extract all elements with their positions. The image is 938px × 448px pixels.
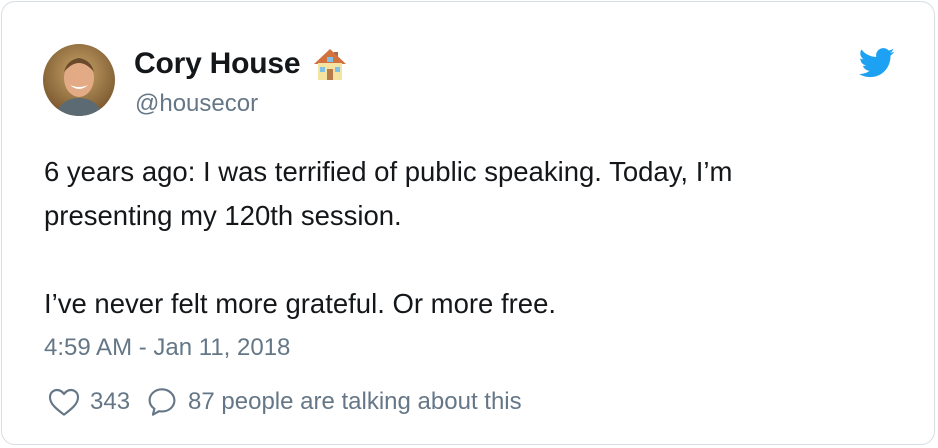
tweet-text: 6 years ago: I was terrified of public s…	[44, 150, 904, 326]
tweet-actions: 343 87 people are talking about this	[48, 386, 522, 418]
avatar[interactable]	[43, 44, 115, 116]
twitter-bird-icon[interactable]	[858, 48, 895, 78]
conversation-text: 87 people are talking about this	[188, 388, 522, 415]
like-button[interactable]: 343	[48, 387, 130, 417]
like-count: 343	[90, 388, 131, 415]
tweet-card[interactable]: Cory House @housecor 6 years ago: I was …	[1, 1, 935, 445]
house-emoji-icon	[312, 46, 348, 82]
tweet-timestamp[interactable]: 4:59 AM - Jan 11, 2018	[44, 334, 290, 362]
conversation-button[interactable]: 87 people are talking about this	[146, 386, 522, 418]
author-name-row[interactable]: Cory House	[134, 46, 348, 82]
author-display-name[interactable]: Cory House	[134, 47, 301, 81]
speech-bubble-icon	[148, 388, 176, 416]
tweet-text-line: 6 years ago: I was terrified of public s…	[44, 156, 733, 187]
author-handle[interactable]: @housecor	[135, 90, 258, 118]
heart-icon	[48, 388, 80, 416]
tweet-text-line: I’ve never felt more grateful. Or more f…	[44, 288, 556, 319]
tweet-text-line: presenting my 120th session.	[44, 200, 402, 231]
